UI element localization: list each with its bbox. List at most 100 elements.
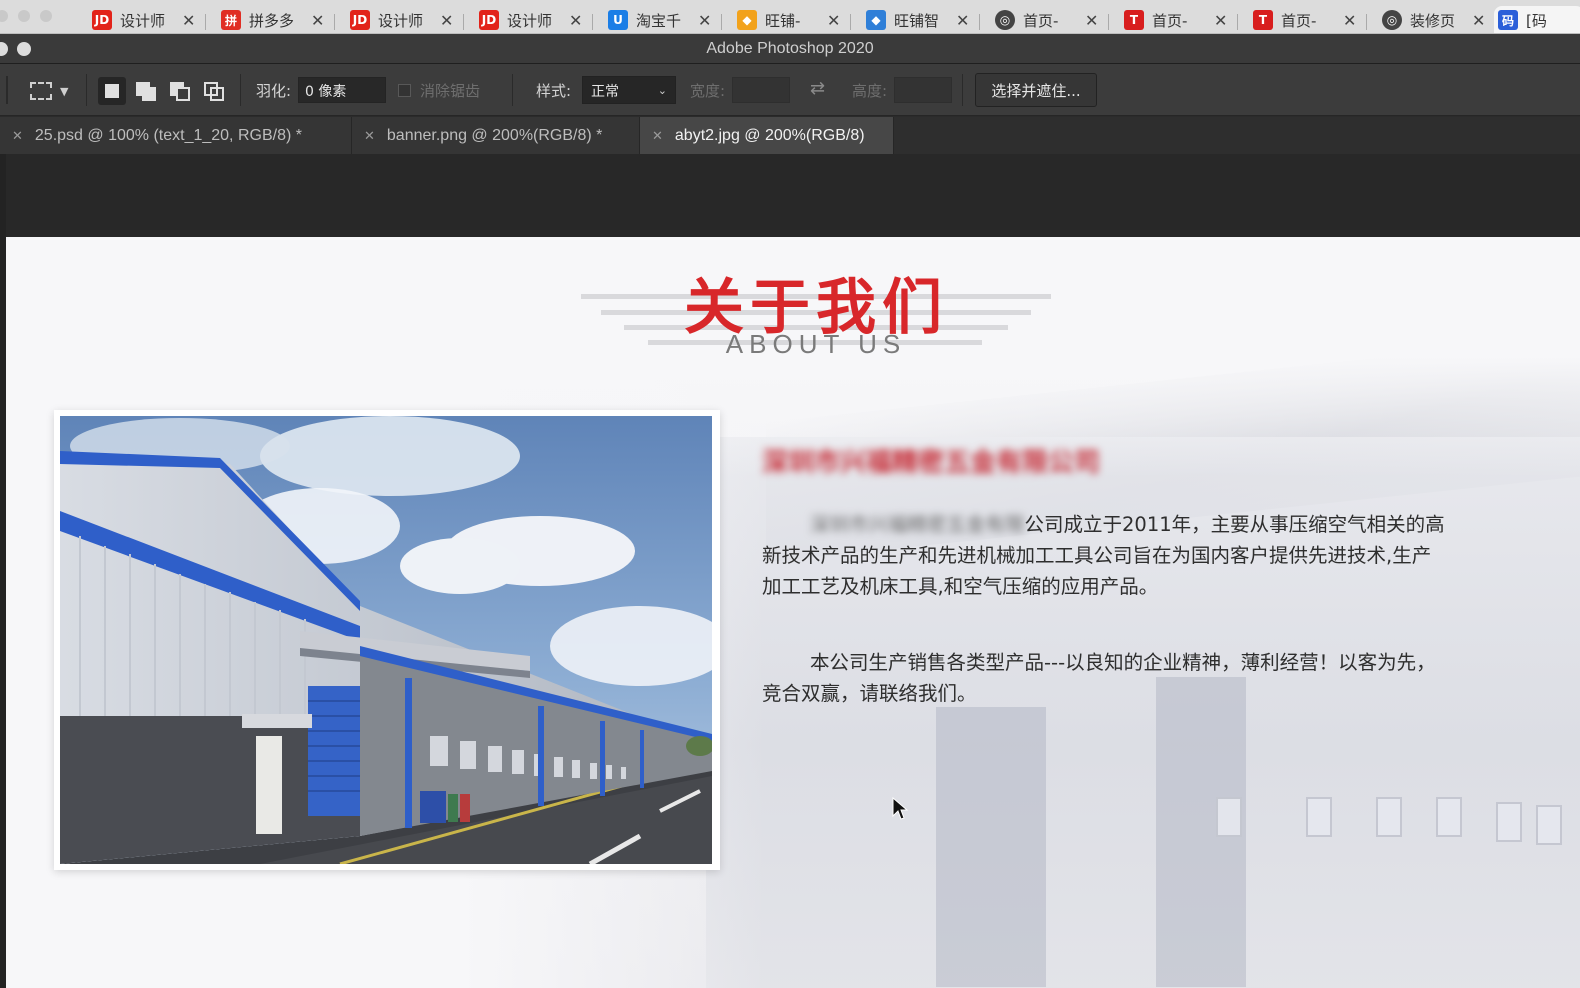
document-tab[interactable]: ✕ banner.png @ 200%(RGB/8) * [352, 117, 640, 154]
browser-tab-label: 拼多多 [249, 11, 295, 30]
feather-input[interactable]: 0 像素 [298, 77, 386, 103]
browser-tab[interactable]: T 首页- ✕ [1120, 6, 1231, 33]
paragraph-text: 公司成立于2011年，主要从事压缩空气相关的高 [1024, 513, 1445, 536]
section-subtitle: ABOUT US [725, 329, 907, 359]
taobao-favicon-icon: U [608, 10, 628, 30]
document-canvas[interactable]: 关于我们 ABOUT US 深圳市兴福精密五金有限公司 深圳市兴福精密五金有限公… [6, 237, 1580, 988]
browser-tab[interactable]: ◎ 装修页 ✕ [1378, 6, 1489, 33]
browser-tab[interactable]: 拼 拼多多 ✕ [217, 6, 328, 33]
close-icon[interactable]: ✕ [1472, 11, 1485, 30]
new-selection-button[interactable] [98, 77, 126, 105]
close-icon[interactable]: ✕ [956, 11, 969, 30]
browser-tab[interactable]: U 淘宝千 ✕ [604, 6, 715, 33]
tool-options-bar: ▼ 羽化: 0 像素 消除锯齿 样式: 正常 ⌄ 宽度: ⇄ 高度: 选择并遮住… [0, 64, 1580, 116]
browser-tab-label: 首页- [1023, 11, 1059, 30]
browser-tab[interactable]: ◎ 首页- ✕ [991, 6, 1102, 33]
jd-favicon-icon: JD [92, 10, 112, 30]
height-label: 高度: [852, 82, 888, 100]
browser-tab-active[interactable]: 码 [码 [1494, 6, 1580, 33]
factory-photo [60, 416, 712, 864]
close-icon[interactable]: ✕ [364, 128, 375, 144]
tmall-favicon-icon: T [1253, 10, 1273, 30]
browser-tab[interactable]: JD 设计师 ✕ [346, 6, 457, 33]
feather-label: 羽化: [256, 82, 292, 100]
browser-tab[interactable]: T 首页- ✕ [1249, 6, 1360, 33]
paragraph-line: 新技术产品的生产和先进机械加工工具公司旨在为国内客户提供先进技术,生产 [762, 544, 1432, 567]
divider [512, 74, 513, 106]
style-select-value: 正常 [591, 84, 619, 100]
rectangular-marquee-icon [30, 82, 52, 100]
tab-divider [1237, 14, 1238, 30]
close-icon[interactable]: ✕ [1085, 11, 1098, 30]
browser-tab[interactable]: ◆ 旺铺- ✕ [733, 6, 844, 33]
width-input[interactable] [732, 77, 790, 103]
browser-tab-strip: JD 设计师 ✕ 拼 拼多多 ✕ JD 设计师 ✕ JD 设计师 ✕ U 淘宝千… [0, 0, 1580, 34]
tab-divider [721, 14, 722, 30]
marquee-tool-preset[interactable]: ▼ [30, 78, 86, 104]
window-minimize-dot[interactable] [18, 10, 30, 22]
close-icon[interactable]: ✕ [652, 128, 663, 144]
close-icon[interactable]: ✕ [1214, 11, 1227, 30]
intersect-selection-icon-part [210, 87, 224, 101]
browser-tab[interactable]: JD 设计师 ✕ [88, 6, 199, 33]
background-window [1436, 797, 1462, 837]
paragraph-text: 本公司生产销售各类型产品---以良知的企业精神，薄利经营！以客为先， [810, 651, 1436, 674]
subtract-from-selection-button[interactable] [166, 77, 194, 105]
globe-favicon-icon: ◎ [1382, 10, 1402, 30]
close-icon[interactable]: ✕ [1343, 11, 1356, 30]
select-and-mask-button[interactable]: 选择并遮住... [975, 73, 1097, 107]
browser-tab-label: 首页- [1281, 11, 1317, 30]
chevron-down-icon: ⌄ [657, 84, 667, 97]
tab-divider [205, 14, 206, 30]
chevron-down-icon: ▼ [60, 84, 69, 98]
mouse-cursor-icon [892, 797, 908, 820]
globe-favicon-icon: ◎ [995, 10, 1015, 30]
antialias-label: 消除锯齿 [420, 82, 481, 100]
canvas-area[interactable]: 关于我们 ABOUT US 深圳市兴福精密五金有限公司 深圳市兴福精密五金有限公… [0, 154, 1580, 988]
tab-divider [463, 14, 464, 30]
close-icon[interactable]: ✕ [698, 11, 711, 30]
divider [86, 74, 87, 106]
background-window [1536, 805, 1562, 845]
paragraph-line: 本公司生产销售各类型产品---以良知的企业精神，薄利经营！以客为先， [762, 647, 1502, 678]
document-tab-label: banner.png @ 200%(RGB/8) * [386, 126, 603, 144]
close-icon[interactable]: ✕ [827, 11, 840, 30]
close-icon[interactable]: ✕ [440, 11, 453, 30]
wangpu-favicon-icon: ◆ [866, 10, 886, 30]
browser-tab[interactable]: ◆ 旺铺智 ✕ [862, 6, 973, 33]
subtract-selection-icon-part [176, 87, 190, 101]
add-to-selection-button[interactable] [132, 77, 160, 105]
window-zoom-dot[interactable] [40, 10, 52, 22]
background-window [1376, 797, 1402, 837]
swap-icon[interactable]: ⇄ [810, 78, 825, 99]
width-label: 宽度: [690, 82, 726, 100]
close-icon[interactable]: ✕ [569, 11, 582, 30]
browser-tab[interactable]: JD 设计师 ✕ [475, 6, 586, 33]
browser-tab-label: 首页- [1152, 11, 1188, 30]
document-tab[interactable]: ✕ 25.psd @ 100% (text_1_20, RGB/8) * [0, 117, 352, 154]
jd-favicon-icon: JD [350, 10, 370, 30]
document-tab-label: 25.psd @ 100% (text_1_20, RGB/8) * [34, 126, 302, 144]
add-selection-icon-part [142, 87, 156, 101]
browser-tab-label: 设计师 [120, 11, 166, 30]
document-tab-active[interactable]: ✕ abyt2.jpg @ 200%(RGB/8) [640, 117, 894, 154]
company-name-blurred: 深圳市兴福精密五金有限公司 [762, 448, 1101, 478]
antialias-checkbox[interactable] [398, 84, 411, 97]
browser-tab-label: [码 [1526, 11, 1547, 30]
divider [240, 74, 241, 106]
close-icon[interactable]: ✕ [311, 11, 324, 30]
close-icon[interactable]: ✕ [12, 128, 23, 144]
height-input[interactable] [894, 77, 952, 103]
style-select[interactable]: 正常 ⌄ [582, 76, 676, 104]
window-close-dot[interactable] [0, 10, 8, 22]
divider [962, 74, 963, 106]
background-window [1306, 797, 1332, 837]
intersect-selection-button[interactable] [200, 77, 228, 105]
background-window [1496, 802, 1522, 842]
tmall-favicon-icon: T [1124, 10, 1144, 30]
close-icon[interactable]: ✕ [182, 11, 195, 30]
factory-photo-frame [54, 410, 720, 870]
style-label: 样式: [536, 82, 572, 100]
jd-favicon-icon: JD [479, 10, 499, 30]
options-bar-grip[interactable] [6, 76, 8, 104]
